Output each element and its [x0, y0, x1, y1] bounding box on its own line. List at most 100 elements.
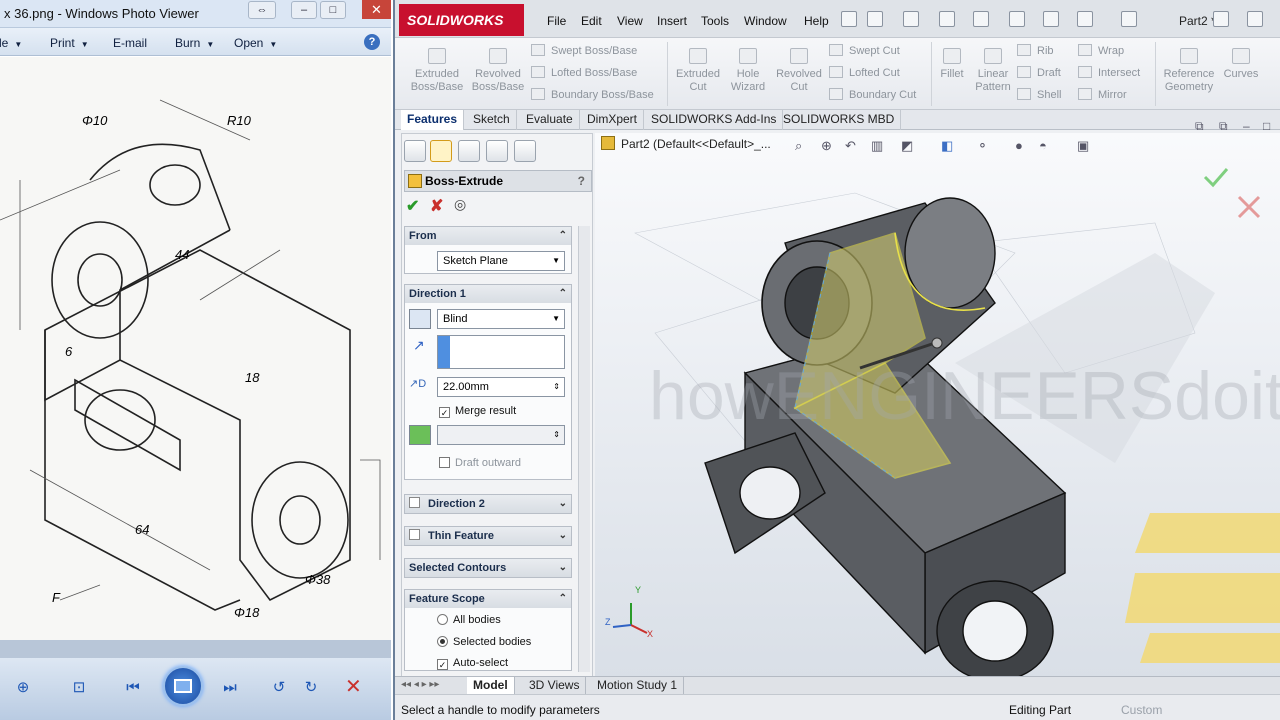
spinner-icon[interactable]: ⇕ — [553, 378, 560, 396]
merge-result-checkbox[interactable]: ✓ Merge result — [439, 405, 516, 418]
select-icon[interactable] — [1043, 11, 1059, 27]
rotate-left-icon[interactable]: ↺ — [264, 676, 294, 698]
swept-cut-button[interactable]: Swept Cut — [829, 44, 900, 58]
open-icon[interactable] — [903, 11, 919, 27]
menu-window[interactable]: Window — [744, 14, 787, 28]
tab-motion-study[interactable]: Motion Study 1 — [591, 677, 685, 695]
draft-outward-checkbox[interactable]: Draft outward — [439, 457, 521, 470]
auto-select-checkbox[interactable]: ✓ Auto-select — [437, 657, 508, 670]
from-header[interactable]: From ⌃ — [405, 227, 571, 245]
menu-open[interactable]: Open ▼ — [234, 36, 277, 50]
menu-file[interactable]: le ▼ — [0, 36, 22, 50]
menu-insert[interactable]: Insert — [657, 14, 687, 28]
feature-tree-icon[interactable] — [404, 140, 426, 162]
revolved-boss-button[interactable]: Revolved Boss/Base — [469, 48, 527, 94]
menu-email[interactable]: E-mail — [113, 36, 147, 50]
actual-size-icon[interactable]: ⊡ — [64, 676, 94, 698]
mirror-button[interactable]: Mirror — [1078, 88, 1127, 102]
hole-wizard-button[interactable]: Hole Wizard — [727, 48, 769, 94]
help-icon[interactable]: ? — [578, 171, 585, 191]
restore-icon[interactable]: ⇔ — [248, 1, 276, 19]
slideshow-button[interactable] — [163, 666, 203, 706]
help-icon[interactable] — [1213, 11, 1229, 27]
dimxpert-icon[interactable] — [486, 140, 508, 162]
tile-icon[interactable]: ⧉ — [1195, 119, 1204, 134]
selected-contours-header[interactable]: Selected Contours ⌄ — [405, 559, 571, 577]
close-button[interactable]: ✕ — [362, 0, 391, 19]
minimize-button[interactable]: – — [291, 1, 317, 19]
units-selector[interactable]: Custom — [1121, 703, 1162, 717]
window-close-icon[interactable]: □ — [1263, 119, 1270, 133]
intersect-button[interactable]: Intersect — [1078, 66, 1140, 80]
draft-button[interactable]: Draft — [1017, 66, 1061, 80]
tab-evaluate[interactable]: Evaluate — [520, 110, 580, 130]
boundary-cut-button[interactable]: Boundary Cut — [829, 88, 916, 102]
window-minimize-icon[interactable]: – — [1243, 119, 1250, 133]
menu-burn[interactable]: Burn ▼ — [175, 36, 214, 50]
scope-selected-radio[interactable]: Selected bodies — [437, 636, 531, 649]
cancel-icon[interactable]: ✘ — [430, 196, 443, 216]
tab-3d-views[interactable]: 3D Views — [523, 677, 587, 695]
preview-icon[interactable]: ◎ — [454, 196, 466, 213]
wrap-button[interactable]: Wrap — [1078, 44, 1124, 58]
options-icon[interactable] — [1121, 11, 1137, 27]
tab-sketch[interactable]: Sketch — [467, 110, 517, 130]
linear-pattern-button[interactable]: Linear Pattern — [973, 48, 1013, 94]
configuration-icon[interactable] — [458, 140, 480, 162]
menu-view[interactable]: View — [617, 14, 643, 28]
boundary-boss-button[interactable]: Boundary Boss/Base — [531, 88, 654, 102]
extruded-boss-button[interactable]: Extruded Boss/Base — [409, 48, 465, 94]
tab-nav-arrows[interactable]: ◂◂ ◂ ▸ ▸▸ — [401, 679, 439, 690]
window-restore-icon[interactable]: ⧉ — [1219, 119, 1228, 134]
menu-file[interactable]: File — [547, 14, 566, 28]
curves-button[interactable]: Curves — [1221, 48, 1261, 81]
shell-button[interactable]: Shell — [1017, 88, 1061, 102]
lofted-cut-button[interactable]: Lofted Cut — [829, 66, 900, 80]
rebuild-icon[interactable] — [1077, 11, 1093, 27]
tab-model[interactable]: Model — [467, 677, 515, 695]
graphics-area[interactable]: Part2 (Default<<Default>_... ⌕ ⊕ ↶ ▥ ◩ ◧… — [595, 119, 1280, 679]
display-manager-icon[interactable] — [514, 140, 536, 162]
previous-icon[interactable]: ⏮ — [118, 676, 148, 698]
maximize-button[interactable]: □ — [320, 1, 346, 19]
depth-input[interactable]: 22.00mm ⇕ — [437, 377, 565, 397]
property-manager-icon[interactable] — [430, 140, 452, 162]
menu-print[interactable]: Print ▼ — [50, 36, 89, 50]
spinner-icon[interactable]: ⇕ — [553, 426, 560, 444]
tab-addins[interactable]: SOLIDWORKS Add-Ins — [645, 110, 784, 130]
direction2-header[interactable]: Direction 2 ⌄ — [405, 495, 571, 513]
rotate-right-icon[interactable]: ↻ — [296, 676, 326, 698]
solidworks-logo[interactable]: SOLIDWORKS — [399, 4, 524, 36]
scope-all-radio[interactable]: All bodies — [437, 614, 501, 627]
new-document-icon[interactable] — [867, 11, 883, 27]
reference-geometry-button[interactable]: Reference Geometry — [1159, 48, 1219, 94]
feature-scope-header[interactable]: Feature Scope ⌃ — [405, 590, 571, 608]
draft-angle-input[interactable]: ⇕ — [437, 425, 565, 445]
tab-mbd[interactable]: SOLIDWORKS MBD — [777, 110, 902, 130]
ok-icon[interactable]: ✔ — [406, 196, 419, 216]
save-icon[interactable] — [939, 11, 955, 27]
lofted-boss-button[interactable]: Lofted Boss/Base — [531, 66, 637, 80]
menu-tools[interactable]: Tools — [701, 14, 729, 28]
revolved-cut-button[interactable]: Revolved Cut — [773, 48, 825, 94]
direction1-header[interactable]: Direction 1 ⌃ — [405, 285, 571, 303]
rib-button[interactable]: Rib — [1017, 44, 1054, 58]
extruded-cut-button[interactable]: Extruded Cut — [671, 48, 725, 94]
draft-toggle-icon[interactable] — [409, 425, 431, 445]
next-icon[interactable]: ⏭ — [215, 676, 245, 698]
reverse-direction-icon[interactable] — [409, 309, 431, 329]
undo-icon[interactable] — [1009, 11, 1025, 27]
checkbox[interactable] — [409, 529, 420, 540]
end-condition-select[interactable]: Blind ▼ — [437, 309, 565, 329]
pin-icon[interactable] — [841, 11, 857, 27]
menu-edit[interactable]: Edit — [581, 14, 602, 28]
delete-icon[interactable]: ✕ — [345, 674, 362, 699]
swept-boss-button[interactable]: Swept Boss/Base — [531, 44, 637, 58]
thin-feature-header[interactable]: Thin Feature ⌄ — [405, 527, 571, 545]
property-manager-scrollbar[interactable] — [578, 226, 590, 672]
tab-dimxpert[interactable]: DimXpert — [581, 110, 645, 130]
menu-help[interactable]: Help — [804, 14, 829, 28]
checkbox[interactable] — [409, 497, 420, 508]
zoom-icon[interactable]: ⊕ — [8, 676, 38, 698]
search-icon[interactable] — [1247, 11, 1263, 27]
